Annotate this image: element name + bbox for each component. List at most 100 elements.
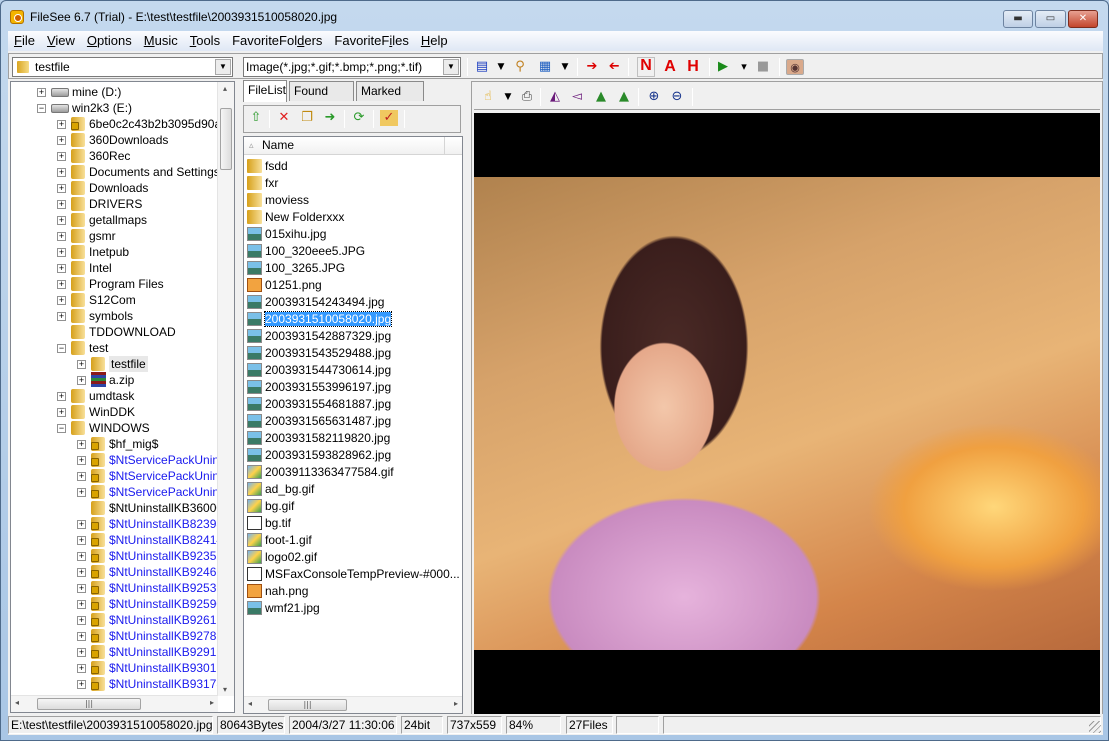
- tree-item[interactable]: + $NtUninstallKB824146$: [11, 532, 234, 548]
- expand-icon[interactable]: +: [77, 536, 86, 545]
- file-list-item[interactable]: bg.tif: [247, 515, 291, 532]
- collapse-icon[interactable]: −: [57, 344, 66, 353]
- tree-item[interactable]: + $hf_mig$: [11, 436, 218, 452]
- menu-tools[interactable]: Tools: [184, 31, 226, 50]
- column-header-name[interactable]: ▵ Name: [244, 137, 462, 155]
- file-list-item[interactable]: 100_320eee5.JPG: [247, 243, 365, 260]
- tree-item[interactable]: + S12Com: [11, 292, 218, 308]
- expand-icon[interactable]: +: [37, 88, 46, 97]
- scroll-left-icon[interactable]: ◂: [248, 699, 252, 708]
- file-list-item[interactable]: 100_3265.JPG: [247, 260, 345, 277]
- eye-preview-icon[interactable]: ◉: [786, 59, 804, 75]
- file-list-item[interactable]: 2003931510058020.jpg: [247, 311, 393, 328]
- tree-item[interactable]: + symbols: [11, 308, 218, 324]
- file-list-item[interactable]: 2003931553996197.jpg: [247, 379, 391, 396]
- file-list-item[interactable]: 01251.png: [247, 277, 322, 294]
- menu-options[interactable]: Options: [81, 31, 138, 50]
- zoom-out-icon[interactable]: ⊖: [668, 89, 686, 105]
- expand-icon[interactable]: +: [57, 312, 66, 321]
- tree-item[interactable]: + $NtServicePackUninstall: [11, 452, 234, 468]
- close-button[interactable]: ✕: [1068, 10, 1098, 28]
- image-canvas[interactable]: [474, 113, 1100, 714]
- view-mode-icon[interactable]: ▤: [473, 59, 491, 75]
- file-list-item[interactable]: MSFaxConsoleTempPreview-#000...: [247, 566, 460, 583]
- expand-icon[interactable]: +: [57, 392, 66, 401]
- stop-icon[interactable]: ■: [754, 59, 772, 75]
- expand-icon[interactable]: +: [77, 648, 86, 657]
- tree-item[interactable]: − WINDOWS: [11, 420, 218, 436]
- tree-item[interactable]: TDDOWNLOAD: [11, 324, 218, 340]
- hand-tool-icon[interactable]: ☝: [479, 89, 497, 105]
- menu-help[interactable]: Help: [415, 31, 454, 50]
- file-list-item[interactable]: bg.gif: [247, 498, 294, 515]
- tree-item[interactable]: + $NtUninstallKB925398_: [11, 580, 234, 596]
- scroll-thumb[interactable]: |||: [37, 698, 141, 710]
- file-list-item[interactable]: 2003931543529488.jpg: [247, 345, 391, 362]
- expand-icon[interactable]: +: [77, 664, 86, 673]
- delete-icon[interactable]: ✕: [275, 110, 293, 126]
- tree-item[interactable]: + WinDDK: [11, 404, 218, 420]
- search-icon[interactable]: ⚲: [511, 59, 529, 75]
- dropdown-icon[interactable]: ▼: [556, 59, 574, 75]
- thumbnail-view-icon[interactable]: ▦: [536, 59, 554, 75]
- mark-files-icon[interactable]: ✓: [380, 110, 398, 126]
- tree-item[interactable]: + $NtUninstallKB930178$: [11, 660, 234, 676]
- refresh-icon[interactable]: ⟳: [350, 110, 368, 126]
- file-list-item[interactable]: 2003931582119820.jpg: [247, 430, 390, 447]
- copy-to-icon[interactable]: ❐: [298, 110, 316, 126]
- tree-item[interactable]: + $NtUninstallKB927891$: [11, 628, 234, 644]
- expand-icon[interactable]: +: [77, 552, 86, 561]
- dropdown-icon[interactable]: ▼: [499, 89, 517, 105]
- file-list-item[interactable]: 20039113363477584.gif: [247, 464, 394, 481]
- file-list-item[interactable]: New Folderxxx: [247, 209, 344, 226]
- expand-icon[interactable]: +: [77, 600, 86, 609]
- flip-horizontal-icon[interactable]: ◭: [546, 89, 564, 105]
- file-list-item[interactable]: 2003931565631487.jpg: [247, 413, 391, 430]
- tree-item[interactable]: + $NtUninstallKB823980$: [11, 516, 234, 532]
- tree-item[interactable]: + gsmr: [11, 228, 218, 244]
- resize-grip[interactable]: [1089, 721, 1101, 733]
- file-list-item[interactable]: 2003931542887329.jpg: [247, 328, 391, 345]
- tree-item[interactable]: +6be0c2c43b2b3095d90af0: [11, 116, 231, 132]
- up-folder-icon[interactable]: ⇧: [247, 110, 265, 126]
- expand-icon[interactable]: +: [57, 200, 66, 209]
- file-list-item[interactable]: wmf21.jpg: [247, 600, 320, 617]
- expand-icon[interactable]: +: [57, 216, 66, 225]
- displayed-image[interactable]: [474, 177, 1100, 650]
- file-list-item[interactable]: 015xihu.jpg: [247, 226, 326, 243]
- expand-icon[interactable]: +: [57, 248, 66, 257]
- flip-vertical-icon[interactable]: ◅: [568, 89, 586, 105]
- tree-item[interactable]: + Intel: [11, 260, 218, 276]
- maximize-button[interactable]: ▭: [1035, 10, 1066, 28]
- expand-icon[interactable]: +: [57, 232, 66, 241]
- tree-item[interactable]: + testfile: [11, 356, 218, 372]
- expand-icon[interactable]: +: [77, 680, 86, 689]
- zoom-in-icon[interactable]: ⊕: [645, 89, 663, 105]
- expand-icon[interactable]: +: [77, 632, 86, 641]
- expand-icon[interactable]: +: [57, 136, 66, 145]
- file-list-item[interactable]: ad_bg.gif: [247, 481, 314, 498]
- expand-icon[interactable]: +: [77, 456, 86, 465]
- next-arrow-icon[interactable]: ➔: [583, 59, 601, 75]
- expand-icon[interactable]: +: [57, 120, 66, 129]
- tab-marked-files[interactable]: Marked Files: [356, 81, 424, 117]
- expand-icon[interactable]: +: [77, 616, 86, 625]
- expand-icon[interactable]: +: [77, 584, 86, 593]
- collapse-icon[interactable]: −: [37, 104, 46, 113]
- file-list-item[interactable]: 2003931593828962.jpg: [247, 447, 391, 464]
- tree-item[interactable]: + umdtask: [11, 388, 218, 404]
- filter-combo[interactable]: Image(*.jpg;*.gif;*.bmp;*.png;*.tif) ▼: [243, 57, 461, 77]
- file-list-item[interactable]: fsdd: [247, 158, 288, 175]
- tree-item[interactable]: + $NtUninstallKB925902$: [11, 596, 234, 612]
- tree-item[interactable]: + $NtServicePackUninstall: [11, 484, 234, 500]
- tree-item[interactable]: − test: [11, 340, 218, 356]
- file-list[interactable]: ▵ Name fsdd fxr moviess New Folderxxx 015xih…: [243, 136, 463, 714]
- tree-item[interactable]: +360Rec: [11, 148, 218, 164]
- prev-arrow-icon[interactable]: ➔: [605, 59, 623, 75]
- tab-found-files[interactable]: Found Files: [289, 81, 354, 117]
- expand-icon[interactable]: +: [77, 472, 86, 481]
- expand-icon[interactable]: +: [57, 264, 66, 273]
- tree-item[interactable]: + a.zip: [11, 372, 218, 388]
- expand-icon[interactable]: +: [57, 408, 66, 417]
- scroll-down-icon[interactable]: ▾: [223, 685, 227, 694]
